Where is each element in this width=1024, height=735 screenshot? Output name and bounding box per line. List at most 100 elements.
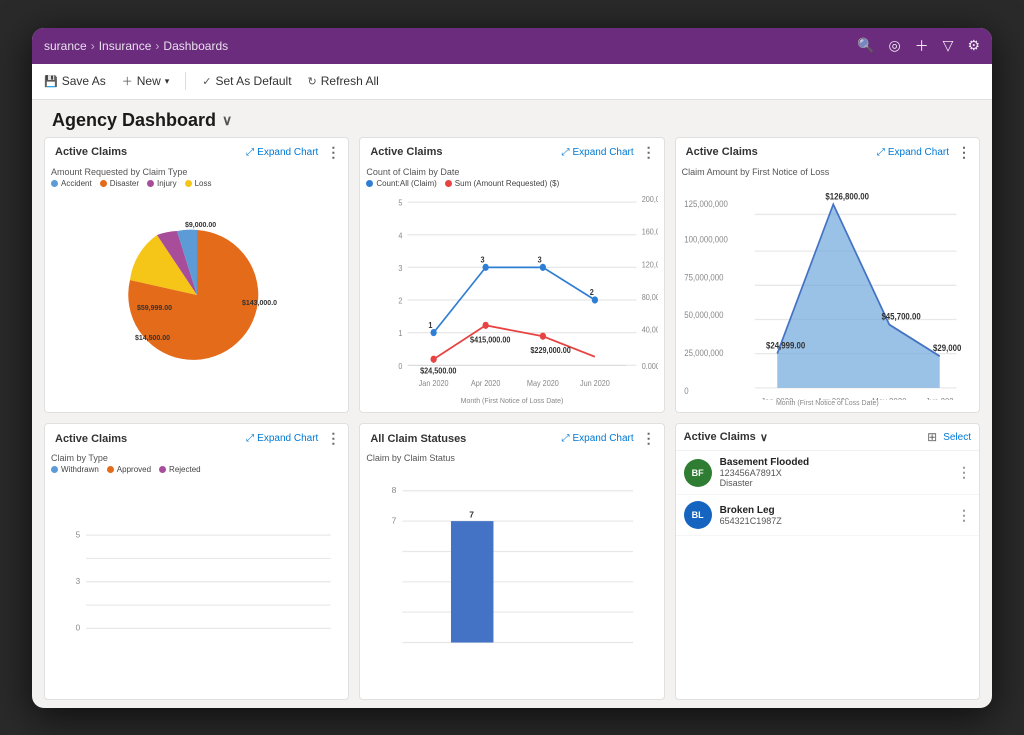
set-default-button[interactable]: ✓ Set As Default	[202, 74, 291, 88]
pie-container: $143,000.00 $59,999.00 $14,500.00 $9,000…	[51, 190, 342, 402]
area-x-jun: Jun 202	[925, 395, 953, 400]
card-header-right-4: ⤢ Expand Chart ⋮	[246, 430, 340, 447]
breadcrumb: surance › Insurance › Dashboards	[44, 39, 228, 53]
sum-label-1: $24,500.00	[420, 366, 457, 376]
legend-disaster: Disaster	[100, 179, 139, 188]
breadcrumb-insurance2: Insurance	[99, 39, 152, 53]
expand-chart-btn-1[interactable]: ⤢ Expand Chart	[246, 147, 318, 158]
card-active-claims-line: Active Claims ⤢ Expand Chart ⋮ Count of …	[359, 137, 664, 414]
page-title: Agency Dashboard ∨	[52, 110, 972, 131]
card-header-4: Active Claims ⤢ Expand Chart ⋮	[45, 424, 348, 449]
legend-loss: Loss	[185, 179, 212, 188]
search-icon[interactable]: 🔍	[857, 37, 874, 54]
plus-icon[interactable]: ＋	[915, 36, 929, 56]
line-chart-area: 0 1 2 3 4 5 0.000 40,000,000 80,000,000 …	[366, 190, 657, 402]
expand-chart-btn-5[interactable]: ⤢ Expand Chart	[562, 433, 634, 444]
sbar-y-5: 5	[76, 530, 81, 539]
small-bar-area: 5 3 0	[51, 476, 342, 688]
card-header-5: All Claim Statuses ⤢ Expand Chart ⋮	[360, 424, 663, 449]
expand-chart-btn-3[interactable]: ⤢ Expand Chart	[877, 147, 949, 158]
more-btn-2[interactable]: ⋮	[642, 144, 656, 161]
legend-dot-rejected	[159, 466, 166, 473]
card-body-1: Amount Requested by Claim Type Accident …	[45, 163, 348, 413]
nav-bar: surance › Insurance › Dashboards 🔍 ◎ ＋ ▽…	[32, 28, 992, 64]
sbar-y-0: 0	[76, 624, 81, 633]
x-axis-jan: Jan 2020	[419, 378, 449, 388]
area-y-125: 125,000,000	[684, 198, 728, 209]
expand-chart-btn-4[interactable]: ⤢ Expand Chart	[246, 433, 318, 444]
expand-chart-btn-2[interactable]: ⤢ Expand Chart	[562, 147, 634, 158]
filter-icon[interactable]: ▽	[943, 37, 954, 54]
expand-icon-2: ⤢	[562, 147, 570, 158]
y-axis-r4: 160,000,000	[642, 227, 658, 237]
card-claim-status: All Claim Statuses ⤢ Expand Chart ⋮ Clai…	[359, 423, 664, 700]
count-label-3: 3	[538, 255, 543, 265]
small-bar-svg: 5 3 0	[51, 476, 342, 688]
settings-icon[interactable]: ⚙	[967, 37, 980, 54]
legend-approved: Approved	[107, 465, 151, 474]
refresh-icon: ↻	[308, 75, 317, 88]
list-item-info-2: Broken Leg 654321C1987Z	[720, 505, 949, 526]
area-y-25: 25,000,000	[684, 347, 724, 358]
area-chart-svg: 0 25,000,000 50,000,000 75,000,000 100,0…	[682, 179, 973, 401]
legend-dot-loss	[185, 180, 192, 187]
list-item-1[interactable]: BF Basement Flooded 123456A7891X Disaste…	[676, 451, 979, 495]
save-icon: 💾	[44, 75, 58, 88]
legend-injury: Injury	[147, 179, 177, 188]
list-header-right: ⊞ Select	[927, 430, 971, 444]
legend-sum: Sum (Amount Requested) ($)	[445, 179, 560, 188]
claim-id-2: 654321C1987Z	[720, 516, 949, 526]
select-button[interactable]: Select	[943, 432, 971, 443]
card-title-3: Active Claims	[686, 146, 758, 158]
more-btn-4[interactable]: ⋮	[326, 430, 340, 447]
x-axis-jun: Jun 2020	[580, 378, 610, 388]
card-active-claims-list: Active Claims ∨ ⊞ Select BF Basement Flo…	[675, 423, 980, 700]
expand-icon-5: ⤢	[562, 433, 570, 444]
count-point-3	[540, 263, 546, 270]
more-btn-3[interactable]: ⋮	[957, 144, 971, 161]
chart-subtitle-4: Claim by Type	[51, 453, 342, 463]
card-title-4: Active Claims	[55, 433, 127, 445]
y-axis-r5: 200,000,000	[642, 194, 658, 204]
card-title-2: Active Claims	[370, 146, 442, 158]
refresh-button[interactable]: ↻ Refresh All	[308, 74, 379, 88]
save-as-button[interactable]: 💾 Save As	[44, 74, 106, 88]
y-axis-r0: 0.000	[642, 361, 658, 371]
card-active-claims-pie: Active Claims ⤢ Expand Chart ⋮ Amount Re…	[44, 137, 349, 414]
new-button[interactable]: ＋ New ▾	[122, 73, 170, 89]
stat-y-8: 8	[392, 485, 397, 495]
area-x-apr: Apr 2020	[817, 395, 849, 400]
card-body-3: Claim Amount by First Notice of Loss 0 2…	[676, 163, 979, 413]
more-btn-1[interactable]: ⋮	[326, 144, 340, 161]
area-label-jun: $29,000	[933, 342, 962, 353]
list-item-more-1[interactable]: ⋮	[957, 464, 971, 481]
count-label-1: 1	[429, 320, 434, 330]
grid-icon[interactable]: ⊞	[927, 430, 937, 444]
card-header-right-5: ⤢ Expand Chart ⋮	[562, 430, 656, 447]
expand-icon-3: ⤢	[877, 147, 885, 158]
card-active-claims-area: Active Claims ⤢ Expand Chart ⋮ Claim Amo…	[675, 137, 980, 414]
status-bar-1	[451, 521, 493, 642]
area-chart-area: 0 25,000,000 50,000,000 75,000,000 100,0…	[682, 179, 973, 401]
avatar-bl: BL	[684, 501, 712, 529]
claim-name-2: Broken Leg	[720, 505, 949, 516]
list-body: BF Basement Flooded 123456A7891X Disaste…	[676, 451, 979, 699]
claim-type-1: Disaster	[720, 478, 949, 488]
sum-point-3	[540, 332, 546, 339]
card-header-1: Active Claims ⤢ Expand Chart ⋮	[45, 138, 348, 163]
x-axis-apr: Apr 2020	[471, 378, 501, 388]
legend-dot-approved	[107, 466, 114, 473]
y-axis-3: 3	[399, 263, 404, 273]
legend-withdrawn: Withdrawn	[51, 465, 99, 474]
chart-subtitle-3: Claim Amount by First Notice of Loss	[682, 167, 973, 177]
y-axis-r2: 80,000,000	[642, 292, 658, 302]
pie-label-injury: $14,500.00	[135, 335, 170, 342]
more-btn-5[interactable]: ⋮	[642, 430, 656, 447]
chart-subtitle-1: Amount Requested by Claim Type	[51, 167, 342, 177]
card-claim-by-type: Active Claims ⤢ Expand Chart ⋮ Claim by …	[44, 423, 349, 700]
target-icon[interactable]: ◎	[888, 37, 900, 54]
card-header-right-2: ⤢ Expand Chart ⋮	[562, 144, 656, 161]
card-header-right-3: ⤢ Expand Chart ⋮	[877, 144, 971, 161]
list-item-2[interactable]: BL Broken Leg 654321C1987Z ⋮	[676, 495, 979, 536]
list-item-more-2[interactable]: ⋮	[957, 507, 971, 524]
